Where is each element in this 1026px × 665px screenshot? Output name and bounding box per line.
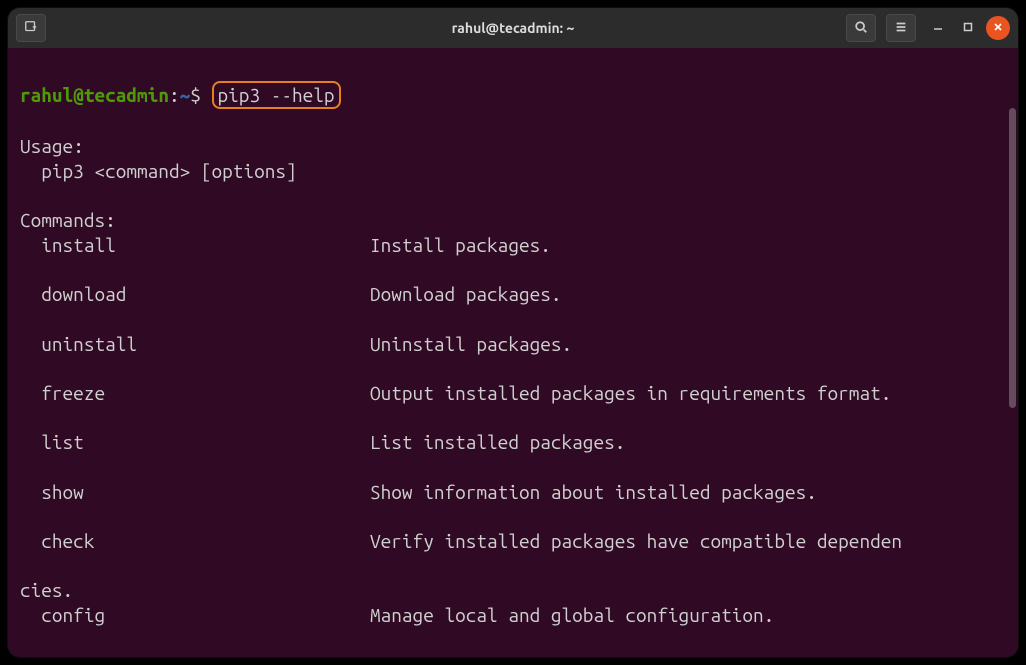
- cmd-row: searchSearch PyPI for packages.: [20, 653, 1006, 658]
- titlebar-right: [846, 14, 1010, 42]
- commands-header: Commands:: [20, 209, 116, 231]
- cmd-name: uninstall: [20, 332, 370, 357]
- titlebar-left: [16, 14, 50, 42]
- cmd-name: check: [20, 529, 370, 554]
- cmd-desc: Manage local and global configuration.: [370, 603, 774, 628]
- cmd-name: freeze: [20, 381, 370, 406]
- cmd-row: configManage local and global configurat…: [20, 603, 1006, 628]
- cmd-row: freezeOutput installed packages in requi…: [20, 381, 1006, 406]
- cmd-row: installInstall packages.: [20, 233, 1006, 258]
- terminal-window: rahul@tecadmin: ~: [8, 8, 1018, 657]
- maximize-icon: [963, 22, 973, 35]
- close-icon: [993, 22, 1003, 35]
- cmd-name: config: [20, 603, 370, 628]
- cmd-desc: Uninstall packages.: [370, 332, 572, 357]
- prompt-colon: :: [169, 84, 180, 106]
- prompt-user-host: rahul@tecadmin: [20, 84, 169, 106]
- cmd-name: show: [20, 480, 370, 505]
- cmd-row: showShow information about installed pac…: [20, 480, 1006, 505]
- cmd-row: uninstallUninstall packages.: [20, 332, 1006, 357]
- cmd-row: downloadDownload packages.: [20, 282, 1006, 307]
- maximize-button[interactable]: [956, 16, 980, 40]
- prompt-path: ~: [180, 84, 191, 106]
- usage-header: Usage:: [20, 135, 84, 157]
- cmd-desc: Show information about installed package…: [370, 480, 817, 505]
- cmd-desc: Output installed packages in requirement…: [370, 381, 891, 406]
- terminal-content[interactable]: rahul@tecadmin:~$ pip3 --help Usage: pip…: [8, 48, 1018, 657]
- usage-line: pip3 <command> [options]: [20, 160, 297, 182]
- new-tab-button[interactable]: [16, 14, 46, 42]
- cmd-desc: Verify installed packages have compatibl…: [370, 529, 902, 554]
- search-icon: [854, 20, 868, 37]
- command-highlight: pip3 --help: [212, 81, 341, 110]
- cmd-name: list: [20, 430, 370, 455]
- menu-button[interactable]: [886, 14, 916, 42]
- cmd-desc: Install packages.: [370, 233, 551, 258]
- close-button[interactable]: [986, 16, 1010, 40]
- cmd-desc: Search PyPI for packages.: [370, 653, 636, 658]
- window-title: rahul@tecadmin: ~: [452, 20, 575, 36]
- prompt-symbol: $: [190, 84, 201, 106]
- check-wrap: cies.: [20, 579, 73, 601]
- cmd-name: search: [20, 653, 370, 658]
- cmd-row: checkVerify installed packages have comp…: [20, 529, 1006, 554]
- minimize-icon: [933, 22, 943, 35]
- cmd-desc: Download packages.: [370, 282, 562, 307]
- minimize-button[interactable]: [926, 16, 950, 40]
- scrollbar[interactable]: [1009, 108, 1016, 408]
- cmd-desc: List installed packages.: [370, 430, 625, 455]
- cmd-row: listList installed packages.: [20, 430, 1006, 455]
- search-button[interactable]: [846, 14, 876, 42]
- titlebar: rahul@tecadmin: ~: [8, 8, 1018, 48]
- cmd-name: install: [20, 233, 370, 258]
- new-tab-icon: [24, 20, 38, 37]
- cmd-name: download: [20, 282, 370, 307]
- hamburger-icon: [894, 20, 908, 37]
